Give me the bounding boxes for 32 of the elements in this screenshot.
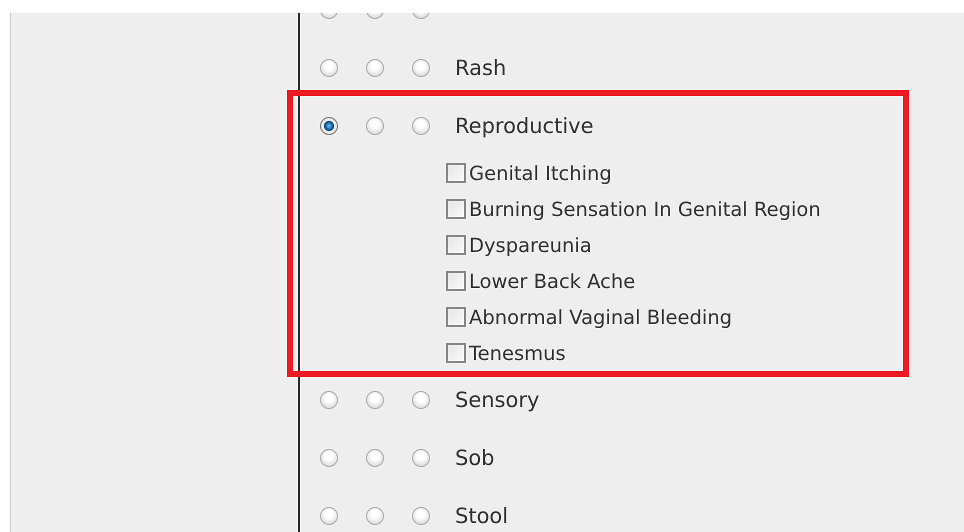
- radio-button[interactable]: [412, 59, 430, 77]
- radio-button[interactable]: [366, 391, 384, 409]
- radio-button[interactable]: [320, 507, 338, 525]
- radio-button[interactable]: [412, 391, 430, 409]
- checkbox-label: Dyspareunia: [469, 234, 592, 256]
- symptom-label: Rash: [455, 56, 506, 80]
- checkbox[interactable]: [446, 271, 466, 291]
- radio-button[interactable]: [412, 117, 430, 135]
- checkbox-label: Lower Back Ache: [469, 270, 636, 292]
- radio-button[interactable]: [412, 507, 430, 525]
- symptom-label: Reproductive: [455, 114, 594, 138]
- radio-button[interactable]: [366, 507, 384, 525]
- radio-button[interactable]: [320, 59, 338, 77]
- symptom-label: Stool: [455, 504, 508, 528]
- checkbox-label: Abnormal Vaginal Bleeding: [469, 306, 732, 328]
- checkbox[interactable]: [446, 307, 466, 327]
- radio-button[interactable]: [366, 59, 384, 77]
- checkbox[interactable]: [446, 235, 466, 255]
- radio-button[interactable]: [320, 117, 338, 135]
- checkbox[interactable]: [446, 199, 466, 219]
- checkbox-label: Genital Itching: [469, 162, 612, 184]
- radio-button[interactable]: [366, 449, 384, 467]
- symptom-label: Sob: [455, 446, 495, 470]
- checkbox-label: Tenesmus: [469, 342, 566, 364]
- radio-button[interactable]: [366, 117, 384, 135]
- checkbox[interactable]: [446, 343, 466, 363]
- radio-button[interactable]: [320, 391, 338, 409]
- radio-button[interactable]: [320, 449, 338, 467]
- symptom-label: Sensory: [455, 388, 540, 412]
- checkbox[interactable]: [446, 163, 466, 183]
- radio-button[interactable]: [412, 449, 430, 467]
- checkbox-label: Burning Sensation In Genital Region: [469, 198, 821, 220]
